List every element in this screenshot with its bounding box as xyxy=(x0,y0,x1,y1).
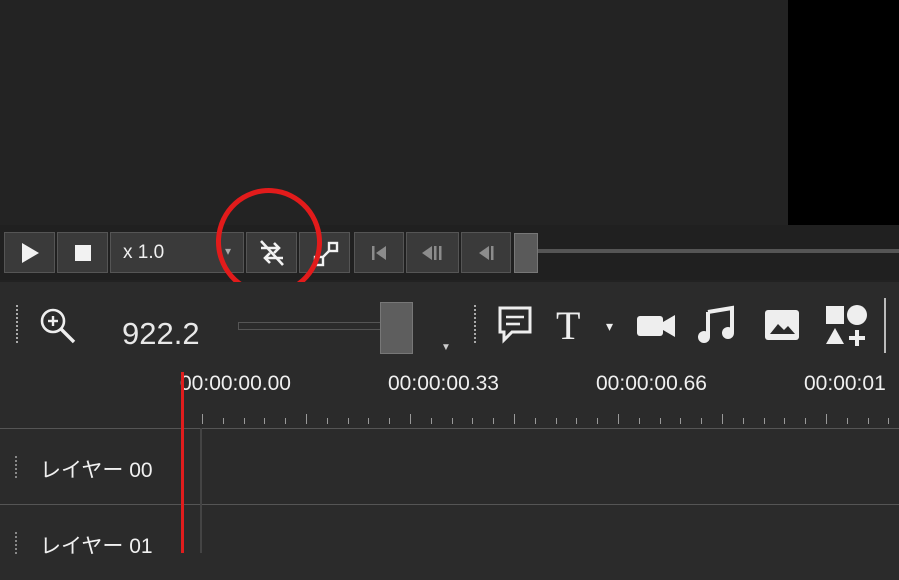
ruler-tick xyxy=(555,418,557,424)
shapes-icon[interactable] xyxy=(820,300,872,352)
ruler-tick xyxy=(534,418,536,424)
ruler-tick xyxy=(888,418,890,424)
toolbar-separator xyxy=(884,298,886,353)
layer-grip[interactable] xyxy=(15,532,19,554)
dropdown-indicator-icon[interactable]: ▼ xyxy=(441,342,451,353)
music-icon[interactable] xyxy=(694,300,740,348)
skip-start-icon xyxy=(372,245,386,260)
ruler-tick xyxy=(826,414,827,424)
step-back-icon xyxy=(421,245,441,260)
ruler-tick xyxy=(701,418,703,424)
zoom-icon[interactable] xyxy=(38,306,80,348)
ruler-tick xyxy=(784,418,786,424)
chevron-down-icon[interactable]: ▾ xyxy=(606,318,613,335)
preview-area xyxy=(0,0,899,225)
ruler-tick xyxy=(680,418,682,424)
ruler-tick xyxy=(722,414,723,424)
ruler-tick xyxy=(430,418,432,424)
ruler-tick xyxy=(306,414,307,424)
ruler-tick xyxy=(326,418,328,424)
image-icon[interactable] xyxy=(760,300,806,348)
timecode-label: 00:00:00.66 xyxy=(596,372,707,395)
ruler-tick xyxy=(659,418,661,424)
playhead[interactable] xyxy=(181,372,184,553)
ruler-tick xyxy=(368,418,370,424)
previous-frame-button[interactable] xyxy=(406,232,459,273)
layer-name: レイヤー 00 xyxy=(40,459,153,482)
ruler-tick xyxy=(202,414,203,424)
ruler-tick xyxy=(638,418,640,424)
zoom-slider[interactable] xyxy=(238,322,388,330)
seek-handle[interactable] xyxy=(514,233,538,273)
layer-grip[interactable] xyxy=(15,456,19,478)
ruler-tick xyxy=(410,414,411,424)
toolbar-grip[interactable] xyxy=(16,305,20,343)
ruler-tick xyxy=(451,418,453,424)
video-icon[interactable] xyxy=(624,300,682,348)
layer-header-divider xyxy=(200,428,202,553)
timecode-label: 00:00:01 xyxy=(804,372,886,395)
zoom-value: 922.2 xyxy=(122,316,200,351)
ruler-tick xyxy=(514,414,515,424)
play-button[interactable] xyxy=(4,232,55,273)
skip-to-start-button[interactable] xyxy=(354,232,404,273)
stop-icon xyxy=(74,244,91,261)
frame-back-icon xyxy=(479,245,494,260)
toolbar-grip[interactable] xyxy=(474,305,478,343)
ruler-tick xyxy=(742,418,744,424)
speed-label: x 1.0 xyxy=(123,241,165,263)
ruler-tick xyxy=(846,418,848,424)
ruler-tick xyxy=(597,418,599,424)
play-icon xyxy=(21,242,39,263)
seek-bar[interactable] xyxy=(516,249,899,253)
preview-canvas xyxy=(788,0,899,225)
ruler-tick xyxy=(389,418,391,424)
timecode-label: 00:00:00.33 xyxy=(388,372,499,395)
ruler-tick xyxy=(576,418,578,424)
ruler-tick xyxy=(493,418,495,424)
timecode-label: 00:00:00.00 xyxy=(180,372,291,395)
ruler-tick xyxy=(243,418,245,424)
ruler-tick xyxy=(222,418,224,424)
ruler-tick xyxy=(347,418,349,424)
zoom-slider-handle[interactable] xyxy=(380,302,413,354)
ruler-tick xyxy=(618,414,619,424)
layer-name: レイヤー 01 xyxy=(40,535,153,558)
ruler-tick xyxy=(285,418,287,424)
step-backward-button[interactable] xyxy=(461,232,511,273)
ruler-tick xyxy=(472,418,474,424)
ruler-tick xyxy=(805,418,807,424)
ruler-tick xyxy=(264,418,266,424)
ruler-tick xyxy=(763,418,765,424)
comment-icon[interactable] xyxy=(494,300,536,348)
ruler-tick xyxy=(867,418,869,424)
text-tool-icon[interactable]: T xyxy=(556,302,580,349)
stop-button[interactable] xyxy=(57,232,108,273)
